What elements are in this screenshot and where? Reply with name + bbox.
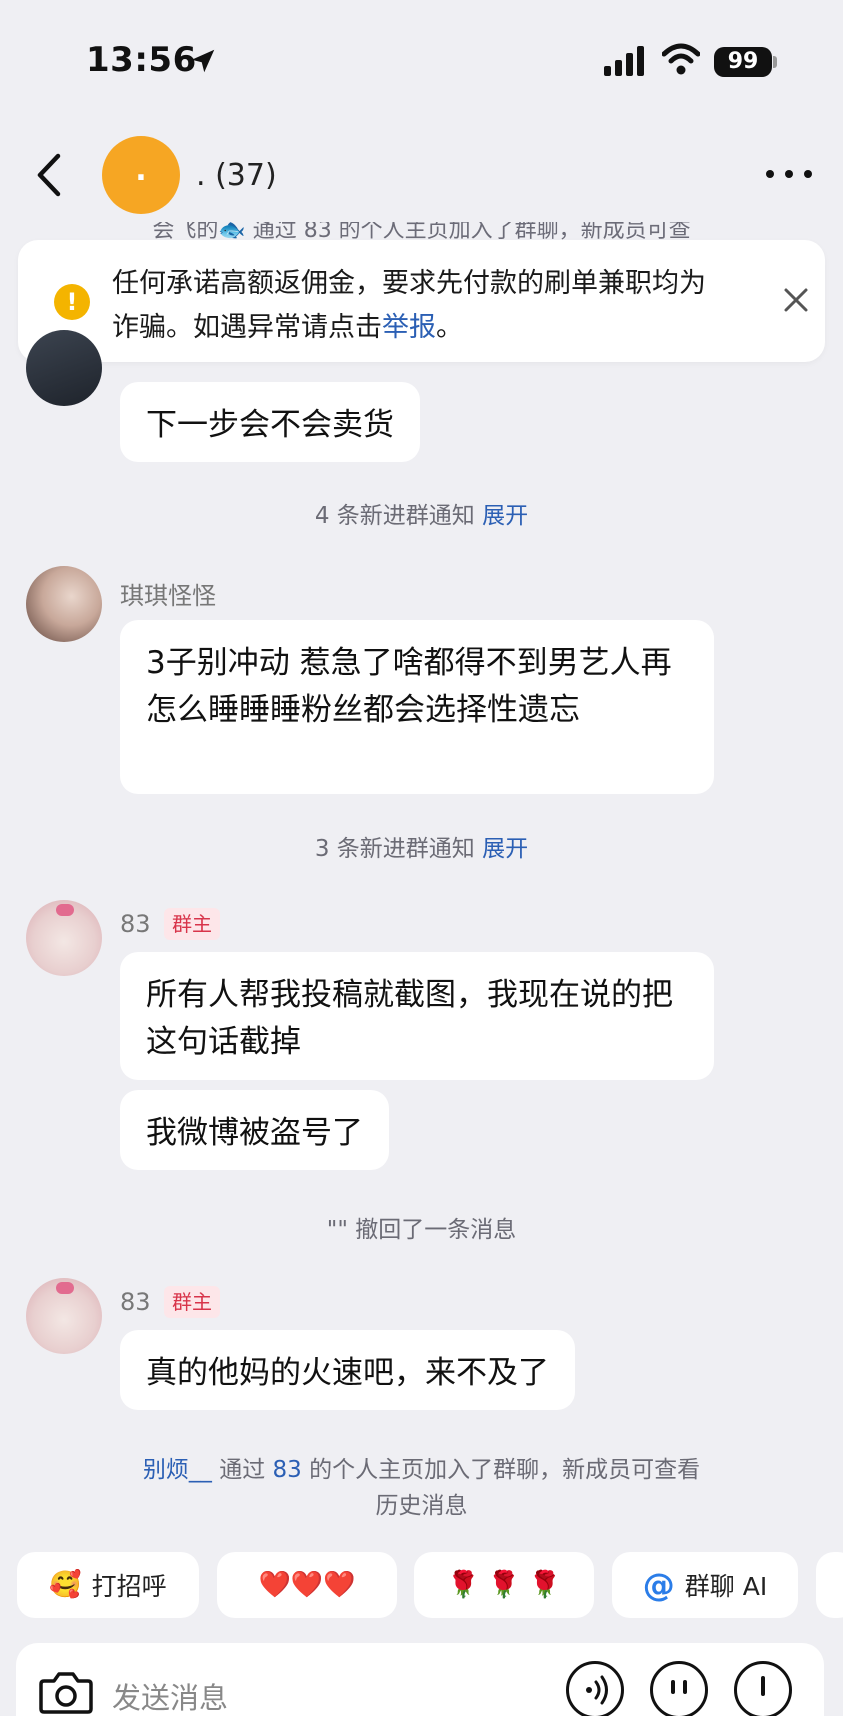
at-icon: @ (642, 1566, 675, 1604)
quick-reply-more[interactable] (816, 1552, 843, 1618)
expand-link[interactable]: 展开 (482, 836, 528, 862)
sender-name: 83 (120, 910, 151, 938)
member-ref-link[interactable]: 83 (273, 1457, 302, 1483)
sender-name: 83 (120, 1288, 151, 1316)
hug-emoji-icon: 🥰 (49, 1570, 82, 1600)
group-avatar[interactable]: . (102, 136, 180, 214)
report-link[interactable]: 举报 (382, 312, 436, 343)
sticker-icon[interactable] (650, 1661, 708, 1716)
add-icon (761, 1676, 765, 1696)
group-title[interactable]: . (37) (196, 158, 277, 193)
recall-notice: "" 撤回了一条消息 (326, 1217, 517, 1243)
join-notifications-summary: 4 条新进群通知 展开 (314, 503, 529, 529)
chat-header: . . (37) (0, 130, 843, 220)
message-bubble[interactable]: 真的他妈的火速吧，来不及了 (120, 1330, 575, 1410)
status-time: 13:56 (86, 40, 197, 80)
warning-text: 任何承诺高额返佣金，要求先付款的刷单兼职均为诈骗。如遇异常请点击举报。 (112, 268, 706, 343)
quick-reply-roses[interactable]: 🌹 🌹 🌹 (414, 1552, 594, 1618)
message-bubble[interactable]: 下一步会不会卖货 (120, 382, 420, 462)
back-arrow-icon[interactable] (30, 150, 70, 200)
message-bubble[interactable]: 所有人帮我投稿就截图，我现在说的把这句话截掉 (120, 952, 714, 1080)
bow-icon (56, 904, 74, 916)
sender-name: 琪琪怪怪 (120, 582, 216, 610)
message-input-bar: 发送消息 (16, 1643, 824, 1716)
message-bubble[interactable]: 3子别冲动 惹急了啥都得不到男艺人再怎么睡睡睡粉丝都会选择性遗忘 (120, 620, 714, 794)
expand-link[interactable]: 展开 (482, 503, 528, 529)
face-icon (671, 1680, 687, 1694)
wifi-icon (662, 43, 700, 75)
plus-icon[interactable] (734, 1661, 792, 1716)
voice-wave-icon (586, 1675, 608, 1705)
more-options-icon[interactable] (766, 158, 812, 188)
bow-icon (56, 1282, 74, 1294)
quick-reply-greet[interactable]: 🥰 打招呼 (17, 1552, 199, 1618)
quick-reply-hearts[interactable]: ❤️❤️❤️ (217, 1552, 397, 1618)
quick-reply-group-ai[interactable]: @ 群聊 AI (612, 1552, 798, 1618)
join-notice: 别烦__ 通过 83 的个人主页加入了群聊，新成员可查看 历史消息 (142, 1457, 701, 1519)
cellular-signal-icon (604, 46, 644, 76)
system-notice-partial: 会飞的🐟 通过 83 的个人主页加入了群聊，新成员可查 (152, 222, 691, 240)
voice-icon[interactable] (566, 1661, 624, 1716)
battery-indicator: 99 (714, 47, 772, 77)
warning-icon: ! (54, 284, 90, 320)
message-input[interactable]: 发送消息 (112, 1675, 228, 1716)
avatar[interactable] (26, 566, 102, 642)
camera-icon[interactable] (38, 1667, 94, 1716)
status-bar: 13:56 99 (0, 0, 843, 120)
join-notifications-summary: 3 条新进群通知 展开 (314, 836, 529, 862)
member-name-link[interactable]: 别烦__ (143, 1457, 212, 1483)
avatar[interactable] (26, 900, 102, 976)
group-owner-badge: 群主 (164, 1286, 220, 1318)
avatar[interactable] (26, 1278, 102, 1354)
group-owner-badge: 群主 (164, 908, 220, 940)
close-icon[interactable] (778, 282, 814, 318)
fraud-warning-banner: ! 任何承诺高额返佣金，要求先付款的刷单兼职均为诈骗。如遇异常请点击举报。 (18, 240, 825, 362)
message-bubble[interactable]: 我微博被盗号了 (120, 1090, 389, 1170)
battery-tip (773, 56, 777, 68)
avatar[interactable] (26, 330, 102, 406)
location-arrow-icon (191, 49, 215, 73)
